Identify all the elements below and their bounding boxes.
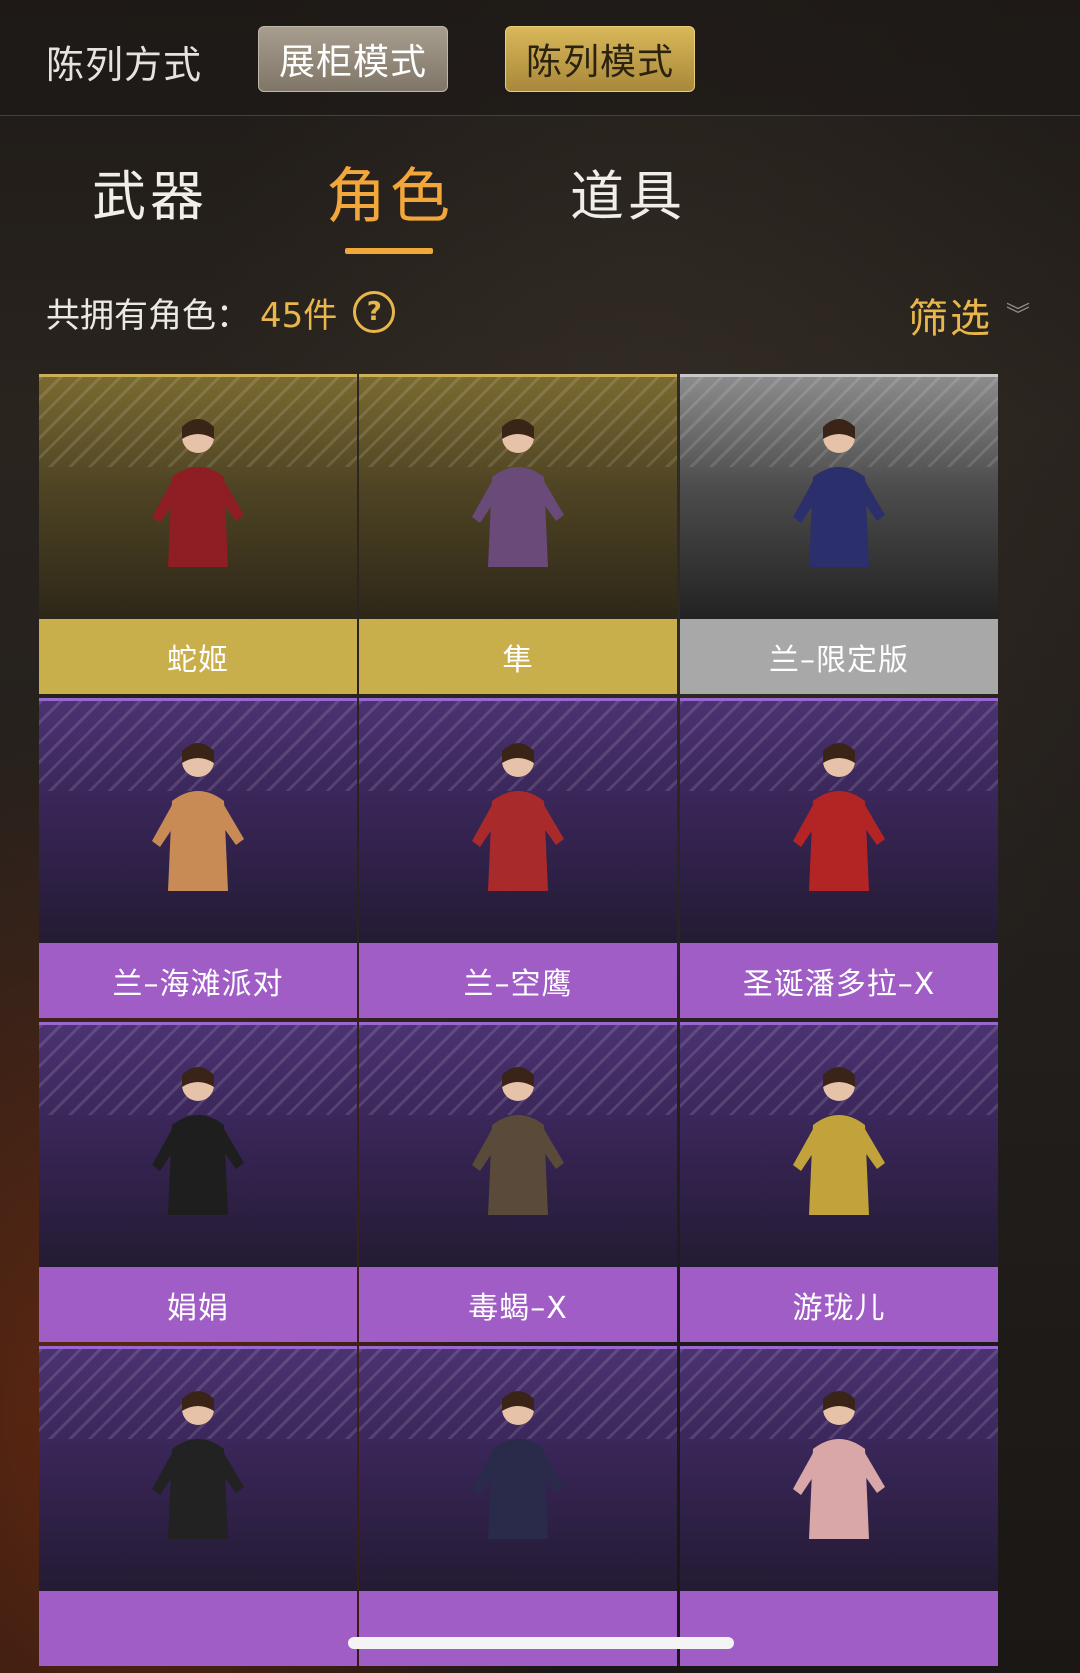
display-mode-label: 陈列方式 — [46, 43, 203, 87]
filter-button[interactable]: 筛选 ︾ — [908, 286, 1032, 344]
character-portrait — [359, 1022, 677, 1267]
chevron-down-icon: ︾ — [1006, 301, 1032, 329]
home-indicator[interactable] — [348, 1637, 734, 1649]
help-icon[interactable]: ? — [353, 291, 396, 333]
character-figure-icon — [793, 1067, 885, 1215]
character-portrait — [680, 374, 998, 619]
character-figure-icon — [793, 419, 885, 567]
character-figure-icon — [793, 743, 885, 891]
character-name: 娟娟 — [39, 1267, 357, 1342]
owned-count-value: 45件 — [260, 295, 338, 336]
character-card[interactable]: 娟娟 — [39, 1022, 357, 1342]
character-name: 游珑儿 — [680, 1267, 998, 1342]
character-card[interactable] — [359, 1346, 677, 1666]
character-card[interactable] — [680, 1346, 998, 1666]
character-figure-icon — [152, 419, 244, 567]
character-name — [680, 1591, 998, 1666]
character-card[interactable]: 兰–限定版 — [680, 374, 998, 694]
category-tabs: 武器 角色 道具 — [0, 140, 1080, 260]
character-name: 毒蝎–X — [359, 1267, 677, 1342]
character-card[interactable]: 圣诞潘多拉–X — [680, 698, 998, 1018]
character-portrait — [39, 1346, 357, 1591]
character-card[interactable]: 兰–海滩派对 — [39, 698, 357, 1018]
filter-label: 筛选 — [908, 296, 992, 342]
character-figure-icon — [152, 743, 244, 891]
character-name: 蛇姬 — [39, 619, 357, 694]
character-card[interactable]: 蛇姬 — [39, 374, 357, 694]
character-card[interactable]: 兰–空鹰 — [359, 698, 677, 1018]
tab-items[interactable]: 道具 — [528, 152, 728, 231]
character-portrait — [39, 374, 357, 619]
character-portrait — [680, 1346, 998, 1591]
active-tab-indicator — [345, 248, 433, 254]
character-portrait — [680, 1022, 998, 1267]
character-name: 隼 — [359, 619, 677, 694]
display-mode-button[interactable]: 陈列模式 — [505, 26, 695, 92]
character-card[interactable] — [39, 1346, 357, 1666]
character-name: 圣诞潘多拉–X — [680, 943, 998, 1018]
character-portrait — [359, 1346, 677, 1591]
character-card[interactable]: 毒蝎–X — [359, 1022, 677, 1342]
character-card[interactable]: 游珑儿 — [680, 1022, 998, 1342]
character-name: 兰–海滩派对 — [39, 943, 357, 1018]
character-name: 兰–空鹰 — [359, 943, 677, 1018]
character-figure-icon — [472, 1067, 564, 1215]
character-portrait — [680, 698, 998, 943]
character-figure-icon — [152, 1391, 244, 1539]
character-portrait — [359, 698, 677, 943]
character-figure-icon — [472, 419, 564, 567]
character-figure-icon — [472, 1391, 564, 1539]
character-figure-icon — [152, 1067, 244, 1215]
owned-count-label: 共拥有角色： — [46, 295, 250, 336]
character-name — [359, 1591, 677, 1666]
character-figure-icon — [793, 1391, 885, 1539]
cabinet-mode-button[interactable]: 展柜模式 — [258, 26, 448, 92]
character-card[interactable]: 隼 — [359, 374, 677, 694]
character-name: 兰–限定版 — [680, 619, 998, 694]
character-portrait — [39, 698, 357, 943]
character-portrait — [359, 374, 677, 619]
owned-count: 共拥有角色： 45件 ? — [46, 290, 396, 336]
tab-weapons[interactable]: 武器 — [50, 152, 250, 231]
display-mode-bar: 陈列方式 展柜模式 陈列模式 — [0, 0, 1080, 116]
tab-characters[interactable]: 角色 — [290, 148, 490, 235]
character-name — [39, 1591, 357, 1666]
character-portrait — [39, 1022, 357, 1267]
character-figure-icon — [472, 743, 564, 891]
